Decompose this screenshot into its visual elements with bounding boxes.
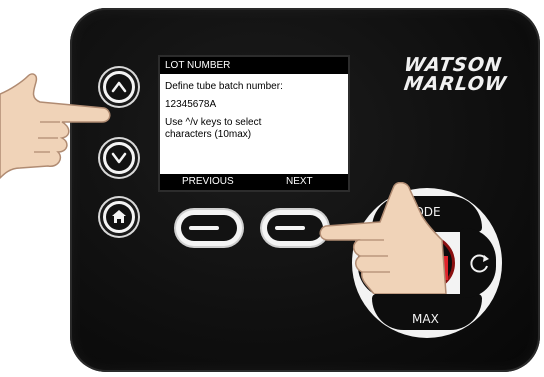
softkey-label-previous: PREVIOUS [182, 176, 234, 187]
softkey-label-next: NEXT [286, 176, 313, 187]
home-button[interactable] [100, 198, 138, 236]
screen-title: LOT NUMBER [160, 57, 348, 74]
max-label: MAX [412, 312, 439, 326]
screen-hint-line1: Use ^/v keys to select [165, 117, 262, 128]
home-icon [112, 210, 126, 223]
pointing-hand-right [319, 182, 447, 294]
lot-number-value: 12345678A [165, 99, 217, 110]
lcd-screen: LOT NUMBER Define tube batch number: 123… [158, 55, 350, 192]
softkey-previous-button[interactable] [176, 210, 242, 246]
refresh-icon [470, 254, 489, 273]
watson-marlow-logo: WATSON MARLOW [402, 54, 509, 95]
screen-hint-line2: characters (10max) [165, 129, 252, 140]
screen-prompt: Define tube batch number: [165, 81, 283, 92]
pointing-hand-left [0, 73, 111, 180]
